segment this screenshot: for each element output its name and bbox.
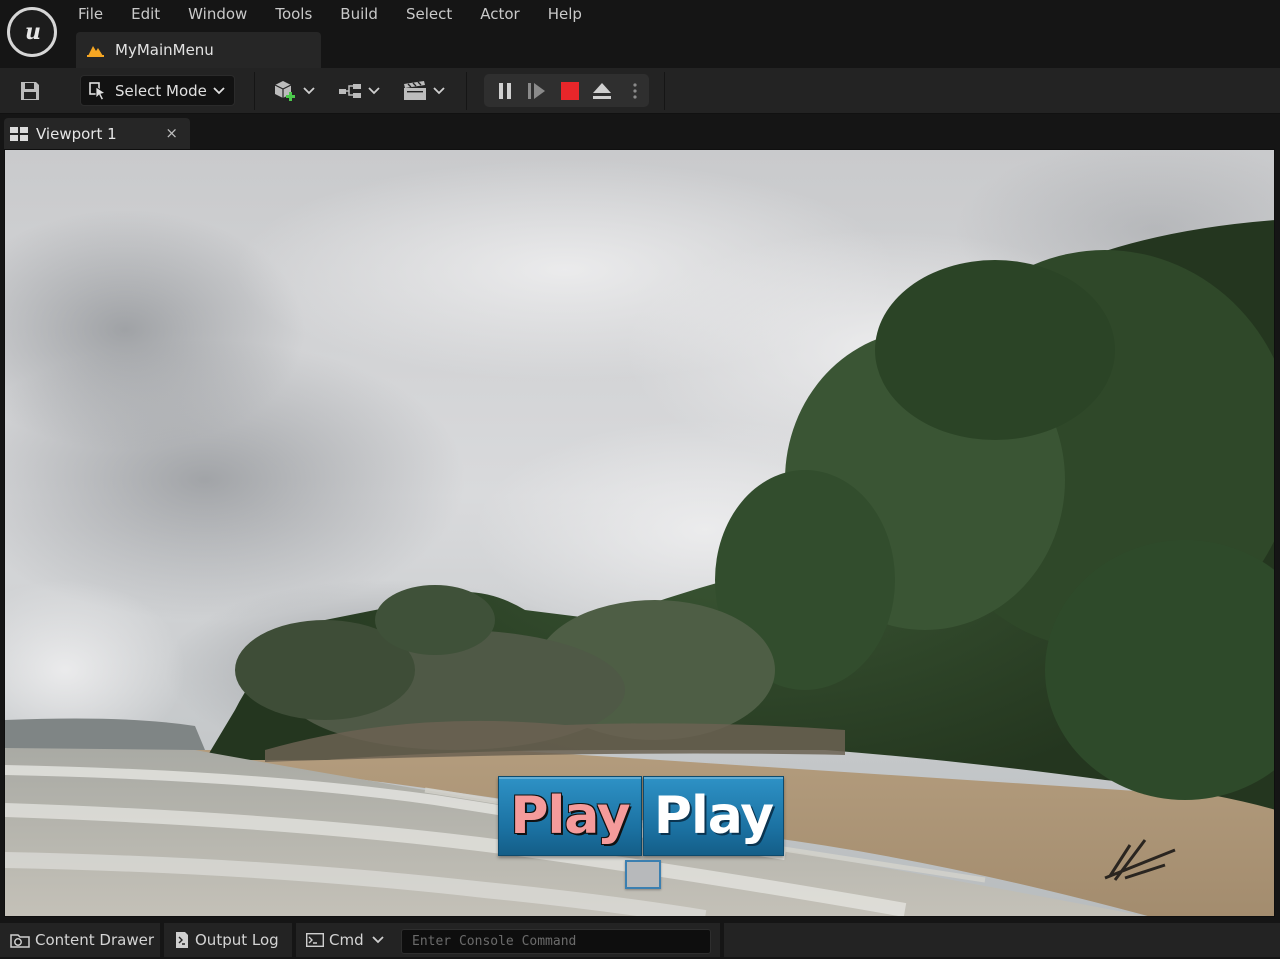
- play-button-white[interactable]: Play: [643, 776, 784, 856]
- eject-icon: [593, 83, 611, 99]
- status-bar: Content Drawer Output Log Cmd: [0, 919, 1280, 959]
- console-command-input[interactable]: [401, 929, 711, 954]
- save-icon: [21, 82, 39, 100]
- menu-actor[interactable]: Actor: [480, 2, 519, 26]
- blueprint-button[interactable]: [333, 76, 383, 106]
- console-area: Cmd: [296, 923, 720, 957]
- add-actor-icon: [274, 81, 295, 101]
- cinematics-icon: [403, 81, 426, 100]
- blueprint-icon: [338, 84, 361, 98]
- close-icon[interactable]: ×: [165, 124, 178, 142]
- menu-window[interactable]: Window: [188, 2, 247, 26]
- chevron-down-icon: [367, 87, 380, 95]
- content-drawer-button[interactable]: Content Drawer: [0, 923, 160, 957]
- toolbar-separator: [664, 72, 665, 110]
- more-icon: [633, 83, 637, 99]
- level-name: MyMainMenu: [115, 41, 214, 59]
- add-actor-button[interactable]: [268, 76, 318, 106]
- toolbar-separator: [254, 72, 255, 110]
- unreal-logo-icon[interactable]: u: [7, 7, 57, 57]
- chevron-down-icon: [303, 87, 315, 95]
- save-button[interactable]: [14, 77, 46, 105]
- viewport-tab-bar: Viewport 1 ×: [0, 114, 1280, 149]
- menu-select[interactable]: Select: [406, 2, 452, 26]
- small-widget-box[interactable]: [625, 860, 661, 889]
- step-icon: [528, 83, 545, 99]
- title-bar: u File Edit Window Tools Build Select Ac…: [0, 0, 1280, 68]
- content-drawer-icon: [10, 934, 30, 948]
- menu-tools[interactable]: Tools: [275, 2, 312, 26]
- output-log-label: Output Log: [195, 931, 279, 949]
- viewport-layout-icon: [10, 126, 28, 141]
- cmd-selector[interactable]: Cmd: [306, 931, 384, 949]
- viewport-tab-label: Viewport 1: [36, 124, 117, 143]
- menu-edit[interactable]: Edit: [131, 2, 160, 26]
- stop-button[interactable]: [557, 78, 583, 104]
- content-drawer-label: Content Drawer: [35, 931, 154, 949]
- menu-help[interactable]: Help: [548, 2, 582, 26]
- menu-bar: File Edit Window Tools Build Select Acto…: [78, 2, 610, 26]
- play-button-pink[interactable]: Play: [498, 776, 642, 856]
- eject-button[interactable]: [589, 78, 615, 104]
- more-options-button[interactable]: [626, 78, 644, 104]
- chevron-down-icon: [432, 87, 445, 95]
- terminal-icon: [306, 933, 324, 947]
- cinematics-button[interactable]: [398, 76, 448, 106]
- level-tab[interactable]: MyMainMenu: [76, 32, 321, 68]
- chevron-down-icon: [371, 936, 384, 944]
- select-mode-label: Select Mode: [115, 81, 207, 100]
- chevron-down-icon: [213, 86, 225, 94]
- step-frame-button[interactable]: [524, 78, 550, 104]
- select-mode-dropdown[interactable]: Select Mode: [80, 75, 235, 106]
- output-log-icon: [176, 932, 188, 948]
- main-toolbar: Select Mode: [0, 68, 1280, 114]
- status-bar-filler: [724, 923, 1280, 957]
- level-viewport[interactable]: Play Play: [4, 149, 1275, 917]
- output-log-button[interactable]: Output Log: [164, 923, 292, 957]
- play-controls: [484, 74, 649, 107]
- pause-button[interactable]: [492, 78, 518, 104]
- level-icon: [87, 46, 104, 57]
- cmd-label: Cmd: [329, 931, 364, 949]
- pause-icon: [499, 83, 511, 99]
- menu-build[interactable]: Build: [340, 2, 378, 26]
- stop-icon: [561, 82, 579, 100]
- menu-file[interactable]: File: [78, 2, 103, 26]
- tab-viewport-1[interactable]: Viewport 1 ×: [4, 118, 190, 149]
- cursor-icon: [89, 81, 106, 101]
- toolbar-separator: [466, 72, 467, 110]
